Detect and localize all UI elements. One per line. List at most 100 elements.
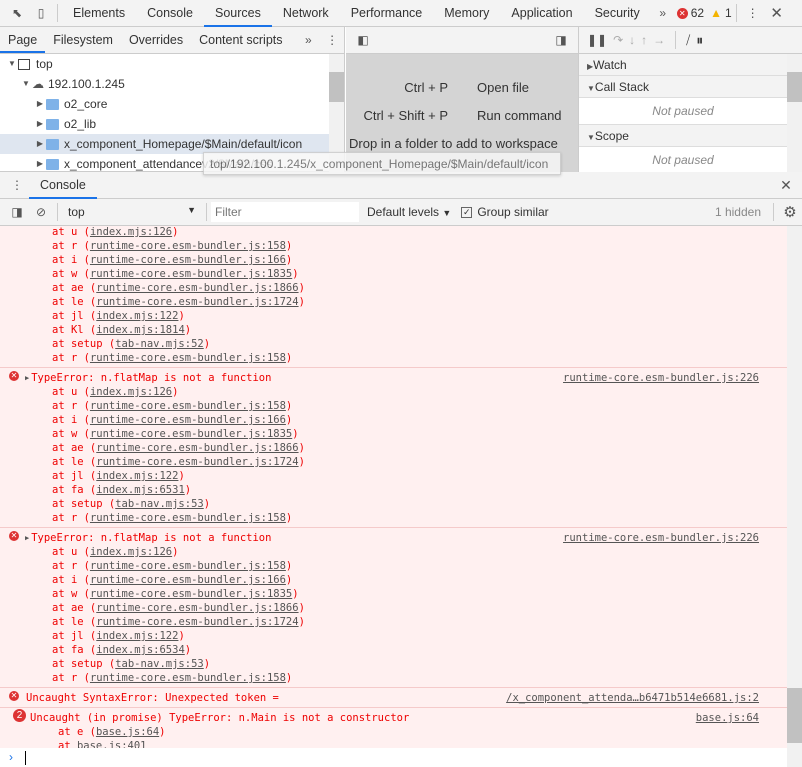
divider (57, 4, 58, 22)
filter-input[interactable] (211, 202, 359, 222)
stack-frame-link[interactable]: runtime-core.esm-bundler.js:158 (90, 672, 286, 684)
expand-arrow-icon[interactable]: ▼ (6, 54, 18, 74)
source-link[interactable]: /x_component_attenda…b6471b514e6681.js:2 (506, 691, 759, 705)
clear-console-icon[interactable]: ⊘ (29, 200, 53, 224)
expand-arrow-icon[interactable]: ▶ (25, 374, 29, 382)
step-icon[interactable]: → (653, 33, 665, 47)
show-sidebar-icon[interactable]: ◨ (5, 200, 29, 224)
source-link[interactable]: runtime-core.esm-bundler.js:226 (563, 531, 759, 545)
navigator-tab-filesystem[interactable]: Filesystem (45, 27, 121, 53)
stack-frame-link[interactable]: runtime-core.esm-bundler.js:1835 (90, 588, 292, 600)
stack-frame-link[interactable]: runtime-core.esm-bundler.js:1866 (96, 282, 298, 294)
step-into-icon[interactable]: ↓ (629, 33, 635, 47)
scroll-thumb[interactable] (329, 72, 344, 102)
stack-frame-link[interactable]: runtime-core.esm-bundler.js:1724 (96, 616, 298, 628)
inspect-element-icon[interactable]: ⬉ (5, 1, 29, 25)
stack-frame-link[interactable]: runtime-core.esm-bundler.js:158 (90, 400, 286, 412)
tab-console-drawer[interactable]: Console (29, 172, 97, 199)
pause-icon[interactable]: ❚❚ (587, 33, 607, 47)
tab-elements[interactable]: Elements (62, 0, 136, 27)
pause-on-exceptions-icon[interactable]: ⏸ (696, 32, 703, 49)
toggle-debugger-icon[interactable]: ◨ (549, 28, 573, 52)
stack-frame-link[interactable]: runtime-core.esm-bundler.js:158 (90, 560, 286, 572)
stack-frame-link[interactable]: runtime-core.esm-bundler.js:166 (90, 254, 286, 266)
console-prompt[interactable]: › (0, 748, 787, 767)
stack-frame-link[interactable]: base.js:64 (96, 726, 159, 738)
stack-frame-link[interactable]: runtime-core.esm-bundler.js:1866 (96, 442, 298, 454)
tree-item[interactable]: ▼ ☁ 192.100.1.245 (0, 74, 330, 94)
stack-frame-link[interactable]: tab-nav.mjs:53 (115, 498, 204, 510)
stack-frame-link[interactable]: runtime-core.esm-bundler.js:158 (90, 512, 286, 524)
more-tabs-icon[interactable]: » (651, 1, 675, 25)
tree-item[interactable]: ▶ o2_core (0, 94, 330, 114)
stack-frame-link[interactable]: index.mjs:126 (90, 386, 172, 398)
navigator-menu-icon[interactable]: ⋮ (320, 28, 344, 52)
tree-item[interactable]: ▶ o2_lib (0, 114, 330, 134)
scroll-thumb[interactable] (787, 72, 802, 102)
close-devtools-icon[interactable]: ✕ (765, 1, 789, 25)
navigator-tab-content-scripts[interactable]: Content scripts (191, 27, 290, 53)
stack-frame-link[interactable]: base.js:401 (77, 740, 147, 748)
tree-item[interactable]: ▶ x_component_Homepage/$Main/default/icon (0, 134, 330, 154)
tab-security[interactable]: Security (584, 0, 651, 27)
expand-arrow-icon[interactable]: ▶ (25, 534, 29, 542)
console-settings-gear-icon[interactable]: ⚙ (778, 200, 802, 224)
navigator-tab-overrides[interactable]: Overrides (121, 27, 191, 53)
scroll-thumb[interactable] (787, 688, 802, 743)
tree-item[interactable]: ▼ top (0, 54, 330, 74)
deactivate-breakpoints-icon[interactable]: ⧸ (686, 33, 690, 48)
more-options-icon[interactable]: ⋮ (741, 1, 765, 25)
tab-network[interactable]: Network (272, 0, 340, 27)
debugger-scrollbar[interactable] (787, 54, 802, 172)
debugger-section-call-stack[interactable]: ▼Call Stack (579, 76, 787, 98)
expand-arrow-icon[interactable]: ▶ (34, 114, 46, 134)
device-toolbar-icon[interactable]: ▯ (29, 1, 53, 25)
tab-sources[interactable]: Sources (203, 0, 272, 27)
tab-application[interactable]: Application (500, 0, 583, 27)
more-tabs-icon[interactable]: » (297, 28, 321, 52)
log-levels-dropdown[interactable]: Default levels ▼ (367, 205, 451, 219)
close-drawer-icon[interactable]: ✕ (774, 173, 798, 197)
stack-frame-link[interactable]: runtime-core.esm-bundler.js:1835 (90, 428, 292, 440)
expand-arrow-icon[interactable]: ▶ (34, 134, 46, 154)
stack-frame-link[interactable]: runtime-core.esm-bundler.js:1724 (96, 296, 298, 308)
console-scrollbar[interactable] (787, 226, 802, 767)
stack-frame-link[interactable]: runtime-core.esm-bundler.js:166 (90, 574, 286, 586)
expand-arrow-icon[interactable]: ▶ (34, 94, 46, 114)
toggle-navigator-icon[interactable]: ◧ (351, 28, 375, 52)
expand-arrow-icon[interactable]: ▶ (34, 154, 46, 172)
context-select[interactable]: top ▼ (62, 205, 202, 219)
tab-memory[interactable]: Memory (433, 0, 500, 27)
source-link[interactable]: base.js:64 (696, 711, 759, 725)
stack-frame-link[interactable]: index.mjs:122 (96, 310, 178, 322)
stack-frame-link[interactable]: index.mjs:6531 (96, 484, 185, 496)
stack-frame-link[interactable]: index.mjs:126 (90, 226, 172, 238)
stack-frame-link[interactable]: runtime-core.esm-bundler.js:166 (90, 414, 286, 426)
expand-arrow-icon[interactable]: ▼ (20, 74, 32, 94)
stack-frame-link[interactable]: runtime-core.esm-bundler.js:1866 (96, 602, 298, 614)
step-over-icon[interactable]: ↷ (613, 33, 623, 47)
stack-frame-link[interactable]: index.mjs:122 (96, 470, 178, 482)
stack-frame-link[interactable]: runtime-core.esm-bundler.js:1724 (96, 456, 298, 468)
stack-frame-link[interactable]: tab-nav.mjs:52 (115, 338, 204, 350)
error-count-badge[interactable]: ✕ 62 ▲ 1 (676, 6, 732, 20)
navigator-tab-page[interactable]: Page (0, 27, 46, 53)
stack-frame-link[interactable]: runtime-core.esm-bundler.js:158 (90, 240, 286, 252)
stack-frame-link[interactable]: index.mjs:1814 (96, 324, 185, 336)
drawer-menu-icon[interactable]: ⋮ (5, 173, 29, 197)
debugger-section-scope[interactable]: ▼Scope (579, 125, 787, 147)
stack-frame-link[interactable]: index.mjs:122 (96, 630, 178, 642)
step-out-icon[interactable]: ↑ (641, 33, 647, 47)
stack-frame-link[interactable]: runtime-core.esm-bundler.js:1835 (90, 268, 292, 280)
message-text-line: Uncaught (in promise) TypeError: n.Main … (0, 711, 787, 725)
stack-frame-link[interactable]: index.mjs:126 (90, 546, 172, 558)
tab-performance[interactable]: Performance (340, 0, 434, 27)
tab-console[interactable]: Console (136, 0, 204, 27)
group-similar-checkbox[interactable]: ✓ Group similar (461, 205, 549, 219)
divider (735, 4, 737, 22)
stack-frame-link[interactable]: index.mjs:6534 (96, 644, 185, 656)
source-link[interactable]: runtime-core.esm-bundler.js:226 (563, 371, 759, 385)
debugger-section-watch[interactable]: ▶Watch (579, 54, 787, 76)
stack-frame-link[interactable]: tab-nav.mjs:53 (115, 658, 204, 670)
stack-frame-link[interactable]: runtime-core.esm-bundler.js:158 (90, 352, 286, 364)
